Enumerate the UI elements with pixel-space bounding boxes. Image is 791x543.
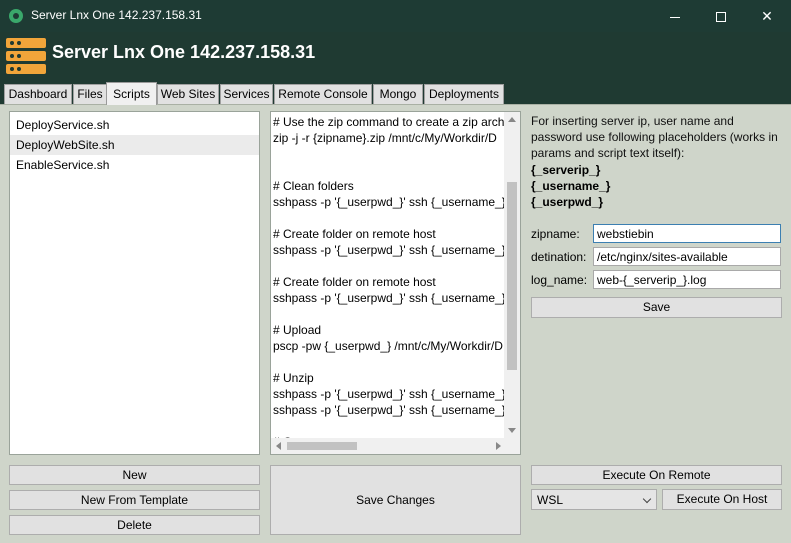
tab-files[interactable]: Files — [73, 84, 107, 104]
window-title: Server Lnx One 142.237.158.31 — [31, 8, 202, 22]
placeholder-userpwd: {_userpwd_} — [531, 195, 604, 209]
tab-remote-console[interactable]: Remote Console — [274, 84, 372, 104]
code-line: pscp -pw {_userpwd_} /mnt/c/My/Workdir/D — [273, 339, 503, 353]
save-params-button[interactable]: Save — [531, 297, 782, 318]
placeholder-username: {_username_} — [531, 179, 611, 193]
placeholder-info: For inserting server ip, user name and p… — [531, 114, 778, 160]
log-name-field[interactable] — [593, 270, 781, 289]
scroll-thumb[interactable] — [507, 182, 517, 370]
placeholder-serverip: {_serverip_} — [531, 163, 601, 177]
list-item[interactable]: DeployWebSite.sh — [10, 135, 259, 155]
list-item[interactable]: DeployService.sh — [10, 115, 259, 135]
new-from-template-button[interactable]: New From Template — [9, 490, 260, 510]
code-line: sshpass -p '{_userpwd_}' ssh {_username_… — [273, 243, 505, 257]
host-select[interactable]: WSL — [531, 489, 657, 510]
minimize-button[interactable] — [652, 0, 698, 32]
list-item[interactable]: EnableService.sh — [10, 155, 259, 175]
tab-services[interactable]: Services — [220, 84, 273, 104]
title-bar: Server Lnx One 142.237.158.31 ✕ — [0, 0, 791, 32]
scroll-up-icon[interactable] — [508, 117, 516, 122]
minimize-icon — [670, 16, 680, 18]
tab-dashboard[interactable]: Dashboard — [4, 84, 72, 104]
maximize-icon — [716, 12, 726, 23]
destination-label: detination: — [531, 250, 587, 264]
script-editor[interactable]: # Use the zip command to create a zip ar… — [270, 111, 521, 455]
chevron-down-icon — [642, 494, 652, 504]
scroll-thumb[interactable] — [287, 442, 357, 450]
code-line: # Unzip — [273, 371, 314, 385]
scrollbar-corner — [504, 438, 520, 454]
code-line: # Use the zip command to create a zip ar… — [273, 115, 505, 129]
zipname-label: zipname: — [531, 227, 580, 241]
script-text[interactable]: # Use the zip command to create a zip ar… — [273, 114, 505, 438]
destination-field[interactable] — [593, 247, 781, 266]
scripts-panel: DeployService.sh DeployWebSite.sh Enable… — [0, 104, 791, 543]
server-icon — [6, 38, 46, 74]
maximize-button[interactable] — [698, 0, 744, 32]
placeholder-list: {_serverip_} {_username_} {_userpwd_} — [531, 162, 610, 210]
tab-web-sites[interactable]: Web Sites — [157, 84, 219, 104]
app-icon — [9, 9, 23, 23]
server-header: Server Lnx One 142.237.158.31 — [0, 32, 791, 84]
save-changes-button[interactable]: Save Changes — [270, 465, 521, 535]
close-button[interactable]: ✕ — [744, 0, 790, 32]
tab-deployments[interactable]: Deployments — [424, 84, 504, 104]
code-line: # Create folder on remote host — [273, 227, 436, 241]
tab-scripts[interactable]: Scripts — [106, 82, 157, 105]
code-line: sshpass -p '{_userpwd_}' ssh {_username_… — [273, 403, 505, 417]
code-line: sshpass -p '{_userpwd_}' ssh {_username_… — [273, 195, 505, 209]
close-icon: ✕ — [761, 8, 773, 24]
zipname-field[interactable] — [593, 224, 781, 243]
code-line: zip -j -r {zipname}.zip /mnt/c/My/Workdi… — [273, 131, 497, 145]
tab-bar: Dashboard Files Scripts Web Sites Servic… — [0, 82, 791, 105]
host-select-value: WSL — [537, 493, 564, 507]
scroll-left-icon[interactable] — [276, 442, 281, 450]
vertical-scrollbar[interactable] — [504, 112, 520, 438]
code-line: # Create folder on remote host — [273, 275, 436, 289]
execute-on-host-button[interactable]: Execute On Host — [662, 489, 782, 510]
code-line: sshpass -p '{_userpwd_}' ssh {_username_… — [273, 291, 505, 305]
scripts-list[interactable]: DeployService.sh DeployWebSite.sh Enable… — [9, 111, 260, 455]
code-line: # Upload — [273, 323, 322, 337]
server-title: Server Lnx One 142.237.158.31 — [52, 42, 316, 62]
code-line: # Clean folders — [273, 179, 354, 193]
scroll-down-icon[interactable] — [508, 428, 516, 433]
new-button[interactable]: New — [9, 465, 260, 485]
horizontal-scrollbar[interactable] — [271, 438, 506, 454]
delete-button[interactable]: Delete — [9, 515, 260, 535]
execute-on-remote-button[interactable]: Execute On Remote — [531, 465, 782, 485]
scroll-right-icon[interactable] — [496, 442, 501, 450]
code-line: sshpass -p '{_userpwd_}' ssh {_username_… — [273, 387, 505, 401]
tab-mongo[interactable]: Mongo — [373, 84, 423, 104]
log-name-label: log_name: — [531, 273, 588, 287]
